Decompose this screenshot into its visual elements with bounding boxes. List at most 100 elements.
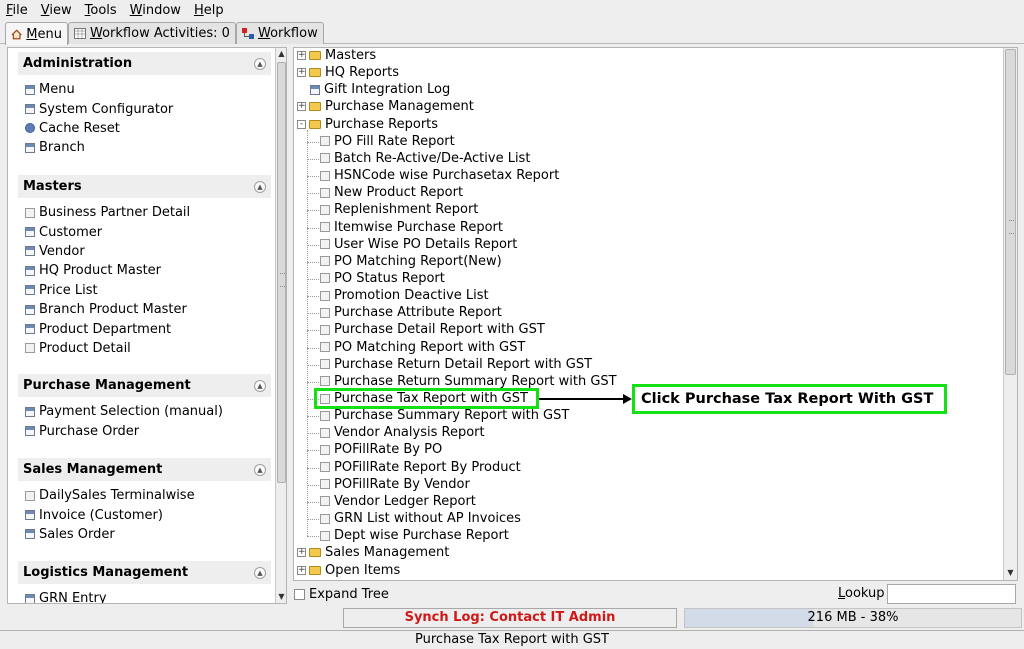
tree-node-hq-reports[interactable]: + HQ Reports [297,64,399,81]
tree-node-replenishment-report[interactable]: Replenishment Report [320,201,478,218]
tab-menu[interactable]: Menu [5,22,68,45]
scroll-up-icon[interactable]: ▲ [276,48,286,60]
menu-item-payment-selection[interactable]: Payment Selection (manual) [18,402,271,421]
expand-toggle-icon[interactable]: - [297,119,306,129]
tab-menu-label: Menu [26,26,62,42]
expand-toggle-icon[interactable]: + [297,548,306,558]
tree-scrollbar[interactable]: ▼ [1003,48,1017,580]
tab-workflow[interactable]: Workflow [236,22,324,44]
menu-item-dailysales-terminalwise[interactable]: DailySales Terminalwise [18,486,271,505]
collapse-icon[interactable]: ▲ [254,57,266,70]
section-header[interactable]: Logistics Management ▲ [18,561,271,584]
menu-item-purchase-order[interactable]: Purchase Order [18,421,271,440]
expand-tree-label: Expand Tree [309,586,389,602]
scroll-thumb[interactable] [277,62,286,483]
document-icon [320,324,330,335]
tree-node-pofillrate-by-vendor[interactable]: POFillRate By Vendor [320,476,470,493]
tree-node-batch-re-active-de-active-list[interactable]: Batch Re-Active/De-Active List [320,150,530,167]
tree-node-purchase-reports[interactable]: - Purchase Reports [297,116,438,133]
document-icon [320,307,330,318]
tree-node-open-items[interactable]: + Open Items [297,562,400,579]
item-label: GRN Entry [39,591,107,604]
collapse-icon[interactable]: ▲ [254,566,266,579]
menu-item-sales-order[interactable]: Sales Order [18,525,271,544]
tree-node-grn-list-without-ap-invoices[interactable]: GRN List without AP Invoices [320,510,521,527]
collapse-icon[interactable]: ▲ [254,463,266,476]
menu-item-menu[interactable]: Menu [18,80,271,99]
tree-node-po-fill-rate-report[interactable]: PO Fill Rate Report [320,133,455,150]
collapse-icon[interactable]: ▲ [254,180,266,193]
tree-node-pofillrate-report-by-product[interactable]: POFillRate Report By Product [320,459,521,476]
expand-toggle-icon[interactable]: + [297,565,306,575]
memory-bar[interactable]: 216 MB - 38% [684,608,1022,628]
tree-node-purchase-management[interactable]: + Purchase Management [297,98,474,115]
menu-item-system-configurator[interactable]: System Configurator [18,99,271,118]
tree-node-user-wise-po-details-report[interactable]: User Wise PO Details Report [320,236,517,253]
lookup-input[interactable] [887,584,1016,604]
document-icon [25,343,35,354]
collapse-icon[interactable]: ▲ [254,379,266,392]
window-icon [25,593,35,603]
tree-node-purchase-attribute-report[interactable]: Purchase Attribute Report [320,304,502,321]
synch-log-button[interactable]: Synch Log: Contact IT Admin [343,608,677,628]
tree-node-label: Sales Management [325,545,450,561]
tree-node-label: Replenishment Report [334,202,479,218]
tree-node-label: Dept wise Purchase Report [334,528,509,544]
status-row: Synch Log: Contact IT Admin 216 MB - 38% [0,607,1024,629]
section-header[interactable]: Purchase Management ▲ [18,374,271,397]
menu-window[interactable]: Window [130,3,181,18]
scroll-down-icon[interactable]: ▼ [276,591,286,603]
menu-view[interactable]: View [41,3,72,18]
tree-node-promotion-deactive-list[interactable]: Promotion Deactive List [320,287,489,304]
menu-item-product-department[interactable]: Product Department [18,319,271,338]
tree-node-gift-integration-log[interactable]: Gift Integration Log [297,81,450,98]
menu-item-business-partner-detail[interactable]: Business Partner Detail [18,203,271,222]
menu-item-product-detail[interactable]: Product Detail [18,339,271,358]
menu-item-branch[interactable]: Branch [18,138,271,157]
tree-node-po-matching-report-new[interactable]: PO Matching Report(New) [320,253,502,270]
window-icon [25,84,35,95]
tree-node-vendor-analysis-report[interactable]: Vendor Analysis Report [320,424,485,441]
lookup-label: Lookup [838,586,885,601]
tree-node-purchase-return-detail-report-with-gst[interactable]: Purchase Return Detail Report with GST [320,356,592,373]
tree-node-masters[interactable]: + Masters [297,48,376,64]
expand-toggle-icon[interactable]: + [297,51,306,60]
menu-tools[interactable]: Tools [85,3,117,18]
tree-node-po-matching-report-with-gst[interactable]: PO Matching Report with GST [320,339,525,356]
section-header[interactable]: Administration ▲ [18,52,271,75]
tree-node-vendor-ledger-report[interactable]: Vendor Ledger Report [320,493,476,510]
document-icon [320,410,330,421]
menu-item-customer[interactable]: Customer [18,222,271,241]
tree-node-pofillrate-by-po[interactable]: POFillRate By PO [320,441,442,458]
menu-item-invoice-customer[interactable]: Invoice (Customer) [18,505,271,524]
scroll-thumb[interactable] [1005,49,1016,375]
menu-item-price-list[interactable]: Price List [18,281,271,300]
menu-item-vendor[interactable]: Vendor [18,242,271,261]
expand-toggle-icon[interactable]: + [297,68,306,78]
menu-item-hq-product-master[interactable]: HQ Product Master [18,261,271,280]
scroll-down-icon[interactable]: ▼ [1004,567,1017,579]
tree-node-new-product-report[interactable]: New Product Report [320,184,463,201]
tree-node-purchase-detail-report-with-gst[interactable]: Purchase Detail Report with GST [320,321,545,338]
menu-file[interactable]: File [6,3,28,18]
tree-node-label: Purchase Return Summary Report with GST [334,373,617,389]
tab-bar: Menu Workflow Activities: 0 Workflow [0,20,1024,45]
tree-node-po-status-report[interactable]: PO Status Report [320,270,445,287]
tree-node-purchase-summary-report-with-gst[interactable]: Purchase Summary Report with GST [320,407,569,424]
expand-toggle-icon[interactable]: + [297,102,306,112]
tree-node-dept-wise-purchase-report[interactable]: Dept wise Purchase Report [320,527,509,544]
menu-scrollbar[interactable]: ▲ ▼ [275,48,286,603]
menu-item-grn-entry[interactable]: GRN Entry [18,589,271,604]
tree-node-sales-management[interactable]: + Sales Management [297,544,449,561]
menu-item-branch-product-master[interactable]: Branch Product Master [18,300,271,319]
section-sales-management: Sales Management ▲ DailySales Terminalwi… [18,458,271,544]
tree-node-itemwise-purchase-report[interactable]: Itemwise Purchase Report [320,219,503,236]
section-header[interactable]: Masters ▲ [18,175,271,198]
section-header[interactable]: Sales Management ▲ [18,458,271,481]
window-icon [25,426,35,437]
expand-tree-checkbox[interactable] [294,588,305,600]
tree-node-hsncode-wise-purchasetax-report[interactable]: HSNCode wise Purchasetax Report [320,167,559,184]
tab-workflow-activities[interactable]: Workflow Activities: 0 [68,22,236,44]
menu-item-cache-reset[interactable]: Cache Reset [18,119,271,138]
menu-help[interactable]: Help [194,3,224,18]
